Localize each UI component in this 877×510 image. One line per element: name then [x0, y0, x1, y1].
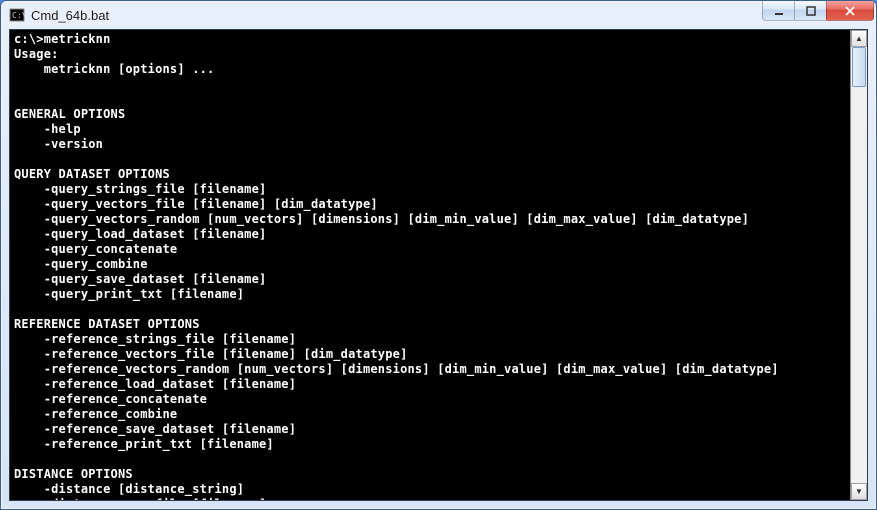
window-controls	[762, 1, 874, 21]
cmd-icon: C:\	[9, 7, 25, 23]
scroll-down-button[interactable]: ▼	[851, 483, 867, 500]
console-output[interactable]: c:\>metricknn Usage: metricknn [options]…	[10, 30, 850, 500]
close-button[interactable]	[826, 1, 874, 21]
scrollbar-track[interactable]	[851, 47, 867, 483]
minimize-button[interactable]	[762, 1, 794, 21]
titlebar[interactable]: C:\ Cmd_64b.bat	[1, 1, 876, 29]
svg-text:C:\: C:\	[12, 11, 25, 20]
window-title: Cmd_64b.bat	[31, 8, 874, 23]
chevron-up-icon: ▲	[855, 34, 863, 43]
chevron-down-icon: ▼	[855, 487, 863, 496]
maximize-button[interactable]	[794, 1, 826, 21]
app-window: C:\ Cmd_64b.bat c:\>metricknn Usage: met…	[0, 0, 877, 510]
scroll-up-button[interactable]: ▲	[851, 30, 867, 47]
scrollbar-thumb[interactable]	[852, 47, 866, 87]
client-area: c:\>metricknn Usage: metricknn [options]…	[9, 29, 868, 501]
vertical-scrollbar[interactable]: ▲ ▼	[850, 30, 867, 500]
